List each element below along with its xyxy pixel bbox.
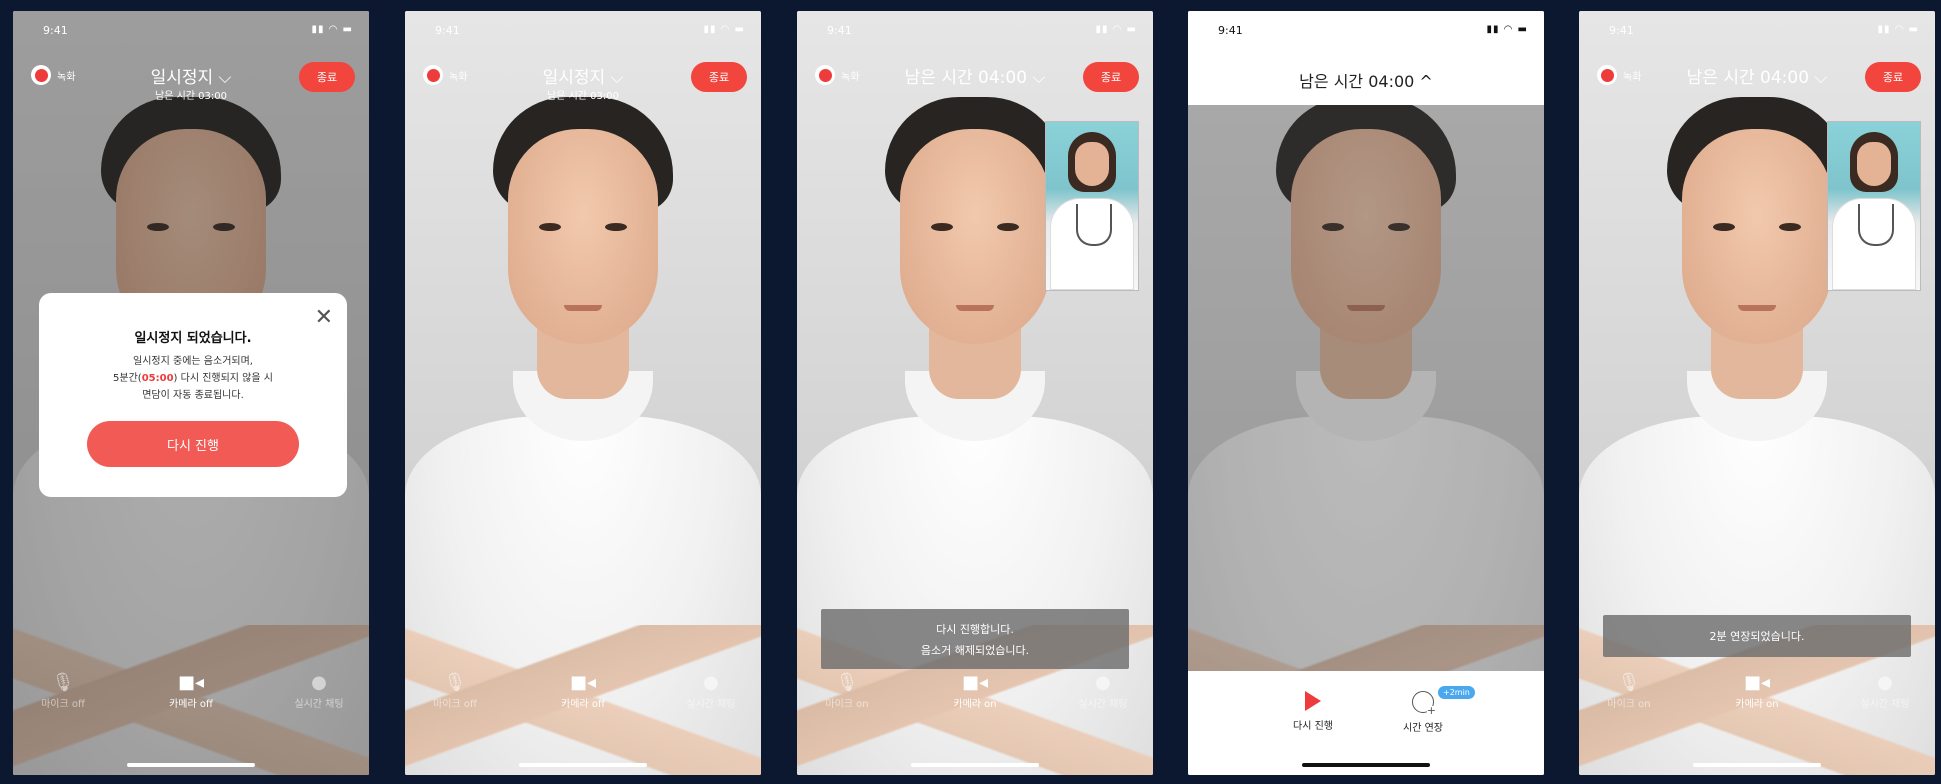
toast-line-1: 다시 진행합니다. [936, 622, 1014, 636]
call-controls: 🎙 마이크 on ■◂ 카메라 on ● 실시간 채팅 [1579, 671, 1935, 727]
mic-off-icon: 🎙 [443, 672, 467, 693]
mic-off-icon: 🎙 [51, 672, 75, 693]
mic-toggle[interactable]: 🎙 마이크 off [405, 671, 505, 710]
modal-line-1: 일시정지 중에는 음소거되며, [133, 356, 253, 367]
camera-toggle[interactable]: ■◂ 카메라 on [925, 671, 1025, 710]
extend-label: 시간 연장 [1403, 723, 1443, 734]
modal-line-3: 면담이 자동 종료됩니다. [142, 390, 244, 401]
countdown-highlight: 05:00 [141, 373, 174, 384]
dim-overlay [1188, 11, 1544, 775]
play-icon [1305, 691, 1321, 711]
screen-resumed: 9:41 ▮▮ ◠ ▬ 녹화 남은 시간 04:00 ⌵ 종료 다시 진행합니다… [797, 11, 1153, 775]
chat-button[interactable]: ● 실시간 채팅 [1053, 671, 1153, 710]
resume-toast: 다시 진행합니다. 음소거 해제되었습니다. [821, 609, 1129, 669]
pause-modal: ✕ 일시정지 되었습니다. 일시정지 중에는 음소거되며, 5분간(05:00)… [39, 293, 347, 497]
chat-button[interactable]: ● 실시간 채팅 [1835, 671, 1935, 710]
camera-off-icon: ■◂ [569, 672, 597, 693]
end-button[interactable]: 종료 [691, 62, 747, 92]
session-title-dropdown[interactable]: 남은 시간 04:00 ^ [1188, 68, 1544, 92]
chat-icon: ● [1877, 672, 1893, 693]
status-bar: 9:41 ▮▮ ◠ ▬ [1188, 11, 1544, 45]
extend-toast: 2분 연장되었습니다. [1603, 615, 1911, 657]
mic-on-icon: 🎙 [1617, 672, 1641, 693]
home-indicator [127, 763, 255, 767]
status-time: 9:41 [827, 24, 852, 37]
mic-on-icon: 🎙 [835, 672, 859, 693]
chat-icon: ● [703, 672, 719, 693]
screen-paused-modal: 9:41 ▮▮ ◠ ▬ 녹화 일시정지 ⌵ 남은 시간 03:00 종료 ✕ 일… [13, 11, 369, 775]
doctor-pip-video[interactable] [1045, 121, 1139, 291]
signal-wifi-battery-icon: ▮▮ ◠ ▬ [1095, 24, 1137, 35]
call-controls: 🎙 마이크 off ■◂ 카메라 off ● 실시간 채팅 [405, 671, 761, 727]
signal-wifi-battery-icon: ▮▮ ◠ ▬ [1486, 24, 1528, 35]
screen-time-menu: 남은 시간 04:00 ^ 9:41 ▮▮ ◠ ▬ 다시 진행 +2min 시간… [1188, 11, 1544, 775]
mic-toggle[interactable]: 🎙 마이크 off [13, 671, 113, 710]
status-time: 9:41 [1609, 24, 1634, 37]
chat-icon: ● [311, 672, 327, 693]
resume-label: 다시 진행 [1293, 721, 1333, 732]
screen-paused: 9:41 ▮▮ ◠ ▬ 녹화 일시정지 ⌵ 남은 시간 03:00 종료 🎙 마이… [405, 11, 761, 775]
toast-text: 2분 연장되었습니다. [1709, 630, 1805, 643]
chat-button[interactable]: ● 실시간 채팅 [269, 671, 369, 710]
mic-toggle[interactable]: 🎙 마이크 on [1579, 671, 1679, 710]
status-bar: 9:41 ▮▮ ◠ ▬ [13, 11, 369, 45]
storyboard: 9:41 ▮▮ ◠ ▬ 녹화 일시정지 ⌵ 남은 시간 03:00 종료 ✕ 일… [0, 0, 1941, 784]
chat-button[interactable]: ● 실시간 채팅 [661, 671, 761, 710]
home-indicator [911, 763, 1039, 767]
status-bar: 9:41 ▮▮ ◠ ▬ [797, 11, 1153, 45]
camera-toggle[interactable]: ■◂ 카메라 off [141, 671, 241, 710]
camera-toggle[interactable]: ■◂ 카메라 on [1707, 671, 1807, 710]
status-time: 9:41 [435, 24, 460, 37]
extend-time-button[interactable]: +2min 시간 연장 [1368, 686, 1478, 734]
end-button[interactable]: 종료 [1865, 62, 1921, 92]
signal-wifi-battery-icon: ▮▮ ◠ ▬ [703, 24, 745, 35]
screen-extended: 9:41 ▮▮ ◠ ▬ 녹화 남은 시간 04:00 ⌵ 종료 2분 연장되었습… [1579, 11, 1935, 775]
home-indicator [1302, 763, 1430, 767]
call-controls: 🎙 마이크 on ■◂ 카메라 on ● 실시간 채팅 [797, 671, 1153, 727]
status-time: 9:41 [43, 24, 68, 37]
modal-body: 일시정지 중에는 음소거되며, 5분간(05:00) 다시 진행되지 않을 시 … [39, 353, 347, 404]
video-feed [405, 11, 761, 775]
signal-wifi-battery-icon: ▮▮ ◠ ▬ [311, 24, 353, 35]
home-indicator [1693, 763, 1821, 767]
doctor-pip-video[interactable] [1827, 121, 1921, 291]
modal-line-2: 5분간(05:00) 다시 진행되지 않을 시 [113, 373, 273, 384]
mic-toggle[interactable]: 🎙 마이크 on [797, 671, 897, 710]
chat-icon: ● [1095, 672, 1111, 693]
status-bar: 9:41 ▮▮ ◠ ▬ [405, 11, 761, 45]
camera-on-icon: ■◂ [1743, 672, 1771, 693]
camera-on-icon: ■◂ [961, 672, 989, 693]
toast-line-2: 음소거 해제되었습니다. [920, 643, 1030, 657]
status-time: 9:41 [1218, 24, 1243, 37]
resume-button[interactable]: 다시 진행 [87, 421, 299, 467]
signal-wifi-battery-icon: ▮▮ ◠ ▬ [1877, 24, 1919, 35]
home-indicator [519, 763, 647, 767]
status-bar: 9:41 ▮▮ ◠ ▬ [1579, 11, 1935, 45]
extend-badge: +2min [1438, 686, 1475, 699]
modal-title: 일시정지 되었습니다. [134, 331, 252, 346]
action-sheet: 다시 진행 +2min 시간 연장 [1188, 671, 1544, 775]
end-button[interactable]: 종료 [1083, 62, 1139, 92]
end-button[interactable]: 종료 [299, 62, 355, 92]
camera-toggle[interactable]: ■◂ 카메라 off [533, 671, 633, 710]
camera-off-icon: ■◂ [177, 672, 205, 693]
resume-button[interactable]: 다시 진행 [1258, 691, 1368, 732]
clock-plus-icon [1412, 691, 1436, 716]
call-controls: 🎙 마이크 off ■◂ 카메라 off ● 실시간 채팅 [13, 671, 369, 727]
